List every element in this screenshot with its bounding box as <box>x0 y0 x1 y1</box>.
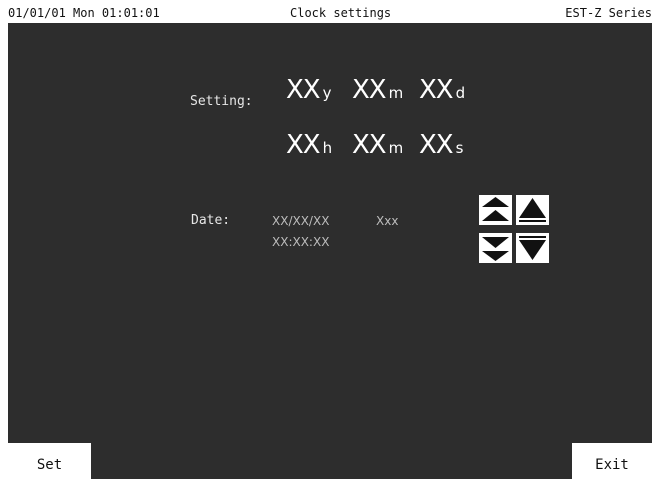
hour-value: XX <box>286 130 321 160</box>
second-unit: s <box>455 139 464 157</box>
minute-field[interactable]: XX m <box>352 130 403 163</box>
second-value: XX <box>419 130 454 160</box>
minute-value: XX <box>352 130 387 160</box>
second-field[interactable]: XX s <box>419 130 463 163</box>
screen-title: Clock settings <box>290 6 392 20</box>
current-time: XX:XX:XX <box>272 235 330 249</box>
exit-button[interactable]: Exit <box>572 443 652 479</box>
set-button[interactable]: Set <box>8 443 91 479</box>
year-field[interactable]: XX y <box>286 75 332 108</box>
hour-unit: h <box>322 139 333 157</box>
current-date: XX/XX/XX <box>272 214 330 228</box>
fast-increment-button[interactable] <box>479 195 512 225</box>
date-label: Date: <box>191 213 231 228</box>
fast-decrement-button[interactable] <box>479 233 512 263</box>
month-field[interactable]: XX m <box>352 75 403 108</box>
day-unit: d <box>455 84 466 102</box>
double-down-arrow-icon <box>482 237 509 261</box>
increment-button[interactable] <box>516 195 549 225</box>
hmi-screen: 01/01/01 Mon 01:01:01 Clock settings EST… <box>8 3 652 479</box>
year-value: XX <box>286 75 321 105</box>
day-field[interactable]: XX d <box>419 75 465 108</box>
month-value: XX <box>352 75 387 105</box>
status-bar: 01/01/01 Mon 01:01:01 Clock settings EST… <box>8 3 652 23</box>
series-name: EST-Z Series <box>565 6 652 20</box>
up-arrow-icon <box>519 198 546 222</box>
year-unit: y <box>322 84 332 102</box>
current-weekday: Xxx <box>376 214 399 228</box>
double-up-arrow-icon <box>482 197 509 221</box>
day-value: XX <box>419 75 454 105</box>
decrement-button[interactable] <box>516 233 549 263</box>
month-unit: m <box>388 84 404 102</box>
setting-label: Setting: <box>190 94 253 109</box>
down-arrow-icon <box>519 236 546 260</box>
minute-unit: m <box>388 139 404 157</box>
hour-field[interactable]: XX h <box>286 130 332 163</box>
current-datetime: 01/01/01 Mon 01:01:01 <box>8 6 160 20</box>
